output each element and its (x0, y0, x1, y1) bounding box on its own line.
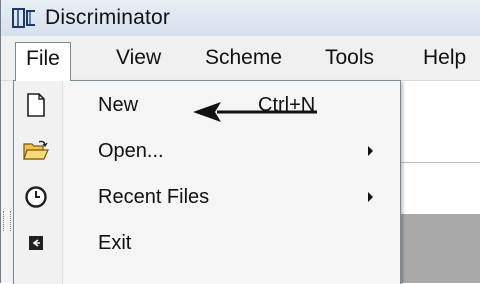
toolbar-grip[interactable] (3, 211, 11, 231)
menu-item-exit[interactable]: Exit (14, 221, 400, 265)
exit-icon (22, 229, 50, 257)
menu-item-label: Open... (98, 140, 164, 162)
menu-tools[interactable]: Tools (315, 42, 384, 74)
submenu-arrow-icon (368, 192, 373, 202)
bc-logo-icon (11, 5, 39, 31)
title-bar[interactable]: Discriminator (1, 0, 480, 36)
menu-item-label: New (98, 94, 139, 116)
left-arrow-annotation-icon (191, 100, 319, 124)
menu-item-label: Exit (98, 232, 132, 254)
window-title: Discriminator (45, 6, 171, 29)
menu-item-label: Recent Files (98, 186, 210, 208)
menu-item-recent-files[interactable]: Recent Files (14, 175, 400, 219)
menu-file[interactable]: File (15, 42, 71, 81)
new-file-icon (22, 91, 50, 119)
open-folder-icon (22, 137, 50, 165)
menu-view[interactable]: View (106, 42, 171, 74)
divider (401, 162, 480, 163)
workspace-panel (401, 214, 480, 283)
clock-icon (22, 183, 50, 211)
menu-scheme[interactable]: Scheme (195, 42, 292, 74)
submenu-arrow-icon (368, 146, 373, 156)
app-window: Discriminator File View Scheme Tools Hel… (0, 0, 480, 284)
menu-item-open[interactable]: Open... (14, 129, 400, 173)
menu-bar: File View Scheme Tools Help (1, 36, 480, 81)
menu-help[interactable]: Help (413, 42, 476, 74)
